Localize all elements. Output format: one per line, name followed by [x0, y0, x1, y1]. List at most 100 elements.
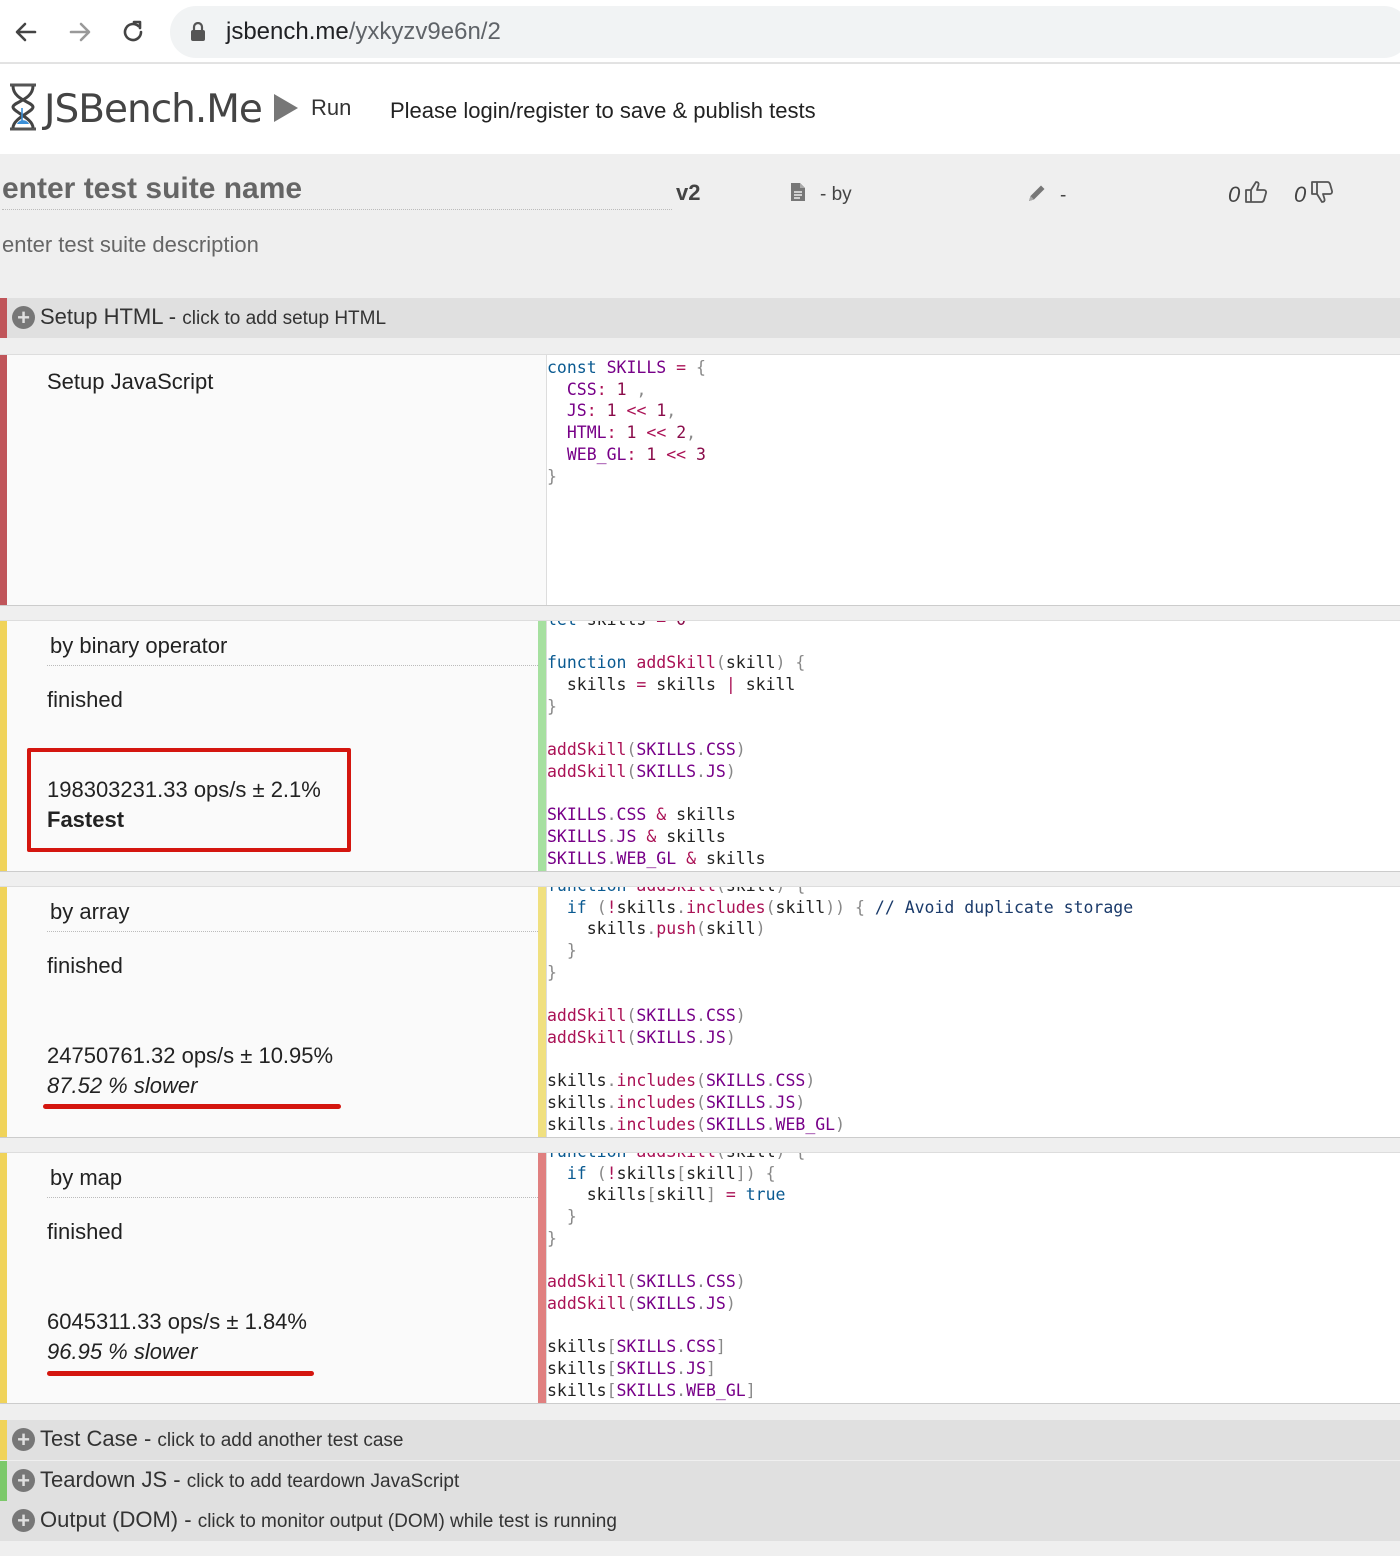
test-case-title[interactable]: by binary operator — [47, 633, 542, 666]
plus-circle-icon: + — [12, 1469, 35, 1492]
test-case-title[interactable]: by array — [47, 899, 542, 932]
logo[interactable]: JSBench.Me — [6, 82, 263, 137]
code-line[interactable]: function addSkill(skill) { — [547, 887, 1133, 897]
code-line[interactable]: } — [547, 1228, 805, 1250]
code-line[interactable]: } — [547, 1206, 805, 1228]
code-line[interactable]: } — [547, 466, 706, 488]
code-line[interactable] — [547, 1250, 805, 1272]
test-case-stripe — [0, 887, 7, 1137]
code-line[interactable]: addSkill(SKILLS.JS) — [547, 1027, 1133, 1049]
version-label: v2 — [676, 180, 701, 205]
pencil-icon[interactable] — [1026, 182, 1048, 210]
code-line[interactable] — [547, 1315, 805, 1337]
add-test-case-bar[interactable]: + Test Case - click to add another test … — [0, 1420, 1400, 1460]
output-dom-bar[interactable]: + Output (DOM) - click to monitor output… — [0, 1501, 1400, 1541]
author-text: - by — [820, 184, 852, 205]
code-editor[interactable]: function addSkill(skill) { if (!skills[s… — [547, 1153, 805, 1401]
code-line[interactable]: if (!skills.includes(skill)) { // Avoid … — [547, 897, 1133, 919]
code-line[interactable]: SKILLS.WEB_GL & skills — [547, 848, 805, 870]
code-line[interactable]: JS: 1 << 1, — [547, 400, 706, 422]
suite-name-input[interactable]: enter test suite name — [2, 172, 672, 210]
test-case-editor[interactable]: function addSkill(skill) { if (!skills.i… — [547, 887, 1400, 1137]
code-line[interactable]: skills.includes(SKILLS.CSS) — [547, 1070, 1133, 1092]
output-dom-hint: click to monitor output (DOM) while test… — [197, 1511, 617, 1532]
test-case-gutter — [538, 621, 546, 871]
test-case-editor[interactable]: function addSkill(skill) { if (!skills[s… — [547, 1153, 1400, 1403]
code-editor[interactable]: const SKILLS = { CSS: 1 , JS: 1 << 1, HT… — [547, 357, 706, 487]
code-line[interactable]: skills[SKILLS.CSS] — [547, 1336, 805, 1358]
code-line[interactable]: addSkill(SKILLS.JS) — [547, 761, 805, 783]
teardown-js-bar[interactable]: + Teardown JS - click to add teardown Ja… — [0, 1461, 1400, 1501]
code-line[interactable] — [547, 783, 805, 805]
thumbs-down-icon — [1310, 180, 1334, 210]
code-line[interactable]: HTML: 1 << 2, — [547, 422, 706, 444]
like-button[interactable]: 0 — [1228, 180, 1268, 210]
code-line[interactable]: } — [547, 940, 1133, 962]
code-line[interactable]: skills = skills | skill — [547, 674, 805, 696]
test-case-bar-stripe — [0, 1420, 7, 1460]
reload-icon[interactable] — [115, 14, 151, 50]
code-line[interactable]: skills[skill] = true — [547, 1184, 805, 1206]
code-line[interactable]: function addSkill(skill) { — [547, 1153, 805, 1163]
code-line[interactable]: SKILLS.JS & skills — [547, 826, 805, 848]
setup-js-stripe — [0, 355, 7, 605]
test-case-ops: 6045311.33 ops/s ± 1.84% — [47, 1309, 307, 1334]
app-header: JSBench.Me Run Please login/register to … — [0, 64, 1400, 154]
back-icon[interactable] — [8, 14, 44, 50]
code-editor[interactable]: let skills = 0 function addSkill(skill) … — [547, 621, 805, 869]
code-line[interactable]: SKILLS.CSS & skills — [547, 804, 805, 826]
test-case-editor[interactable]: let skills = 0 function addSkill(skill) … — [547, 621, 1400, 871]
code-line[interactable]: } — [547, 696, 805, 718]
code-line[interactable]: if (!skills[skill]) { — [547, 1163, 805, 1185]
code-line[interactable]: skills.includes(SKILLS.JS) — [547, 1092, 1133, 1114]
code-line[interactable]: WEB_GL: 1 << 3 — [547, 444, 706, 466]
setup-js-info: Setup JavaScript — [7, 355, 547, 605]
code-line[interactable]: addSkill(SKILLS.CSS) — [547, 1005, 1133, 1027]
test-case-title[interactable]: by map — [47, 1165, 542, 1198]
code-line[interactable]: addSkill(SKILLS.CSS) — [547, 739, 805, 761]
code-line[interactable]: skills.push(skill) — [547, 918, 1133, 940]
test-case-status: finished — [47, 687, 123, 712]
test-case-gutter — [538, 887, 546, 1137]
teardown-js-hint: click to add teardown JavaScript — [186, 1471, 460, 1492]
dislikes-count: 0 — [1294, 182, 1307, 207]
add-test-case-label: Test Case — [40, 1426, 138, 1451]
lock-icon — [190, 21, 206, 47]
code-line[interactable]: skills[SKILLS.JS] — [547, 1358, 805, 1380]
underline-annotation — [43, 1104, 341, 1109]
code-line[interactable]: addSkill(SKILLS.CSS) — [547, 1271, 805, 1293]
underline-annotation — [47, 1371, 314, 1376]
setup-html-bar[interactable]: + Setup HTML - click to add setup HTML — [0, 298, 1400, 338]
run-button[interactable]: Run — [274, 94, 351, 122]
code-line[interactable] — [547, 718, 805, 740]
code-line[interactable]: let skills = 0 — [547, 621, 805, 631]
dislike-button[interactable]: 0 — [1294, 180, 1334, 210]
setup-js-title: Setup JavaScript — [47, 369, 214, 394]
code-editor[interactable]: function addSkill(skill) { if (!skills.i… — [547, 887, 1133, 1135]
test-case-gutter — [538, 1153, 546, 1403]
code-line[interactable] — [547, 984, 1133, 1006]
setup-html-hint: click to add setup HTML — [182, 308, 387, 329]
code-line[interactable]: skills.includes(SKILLS.WEB_GL) — [547, 1114, 1133, 1136]
code-line[interactable]: skills[SKILLS.WEB_GL] — [547, 1380, 805, 1402]
forward-icon[interactable] — [62, 14, 98, 50]
teardown-js-label: Teardown JS — [40, 1467, 168, 1492]
add-test-case-hint: click to add another test case — [157, 1430, 404, 1451]
code-line[interactable]: addSkill(SKILLS.JS) — [547, 1293, 805, 1315]
edit-text: - — [1060, 185, 1067, 206]
play-icon — [274, 94, 298, 122]
code-line[interactable] — [547, 1049, 1133, 1071]
suite-description-input[interactable]: enter test suite description — [2, 232, 259, 258]
code-line[interactable]: CSS: 1 , — [547, 379, 706, 401]
setup-js-editor[interactable]: const SKILLS = { CSS: 1 , JS: 1 << 1, HT… — [547, 355, 1400, 605]
code-line[interactable]: function addSkill(skill) { — [547, 652, 805, 674]
login-link[interactable]: Please login/register to save & publish … — [390, 98, 816, 124]
author-info: - by — [790, 182, 852, 208]
code-line[interactable]: } — [547, 962, 1133, 984]
code-line[interactable]: const SKILLS = { — [547, 357, 706, 379]
test-case-status: finished — [47, 953, 123, 978]
address-bar[interactable]: jsbench.me/yxkyzv9e6n/2 — [170, 6, 1400, 58]
code-line[interactable] — [547, 631, 805, 653]
plus-circle-icon: + — [12, 1509, 35, 1532]
test-case-rank: 96.95 % slower — [47, 1339, 198, 1364]
